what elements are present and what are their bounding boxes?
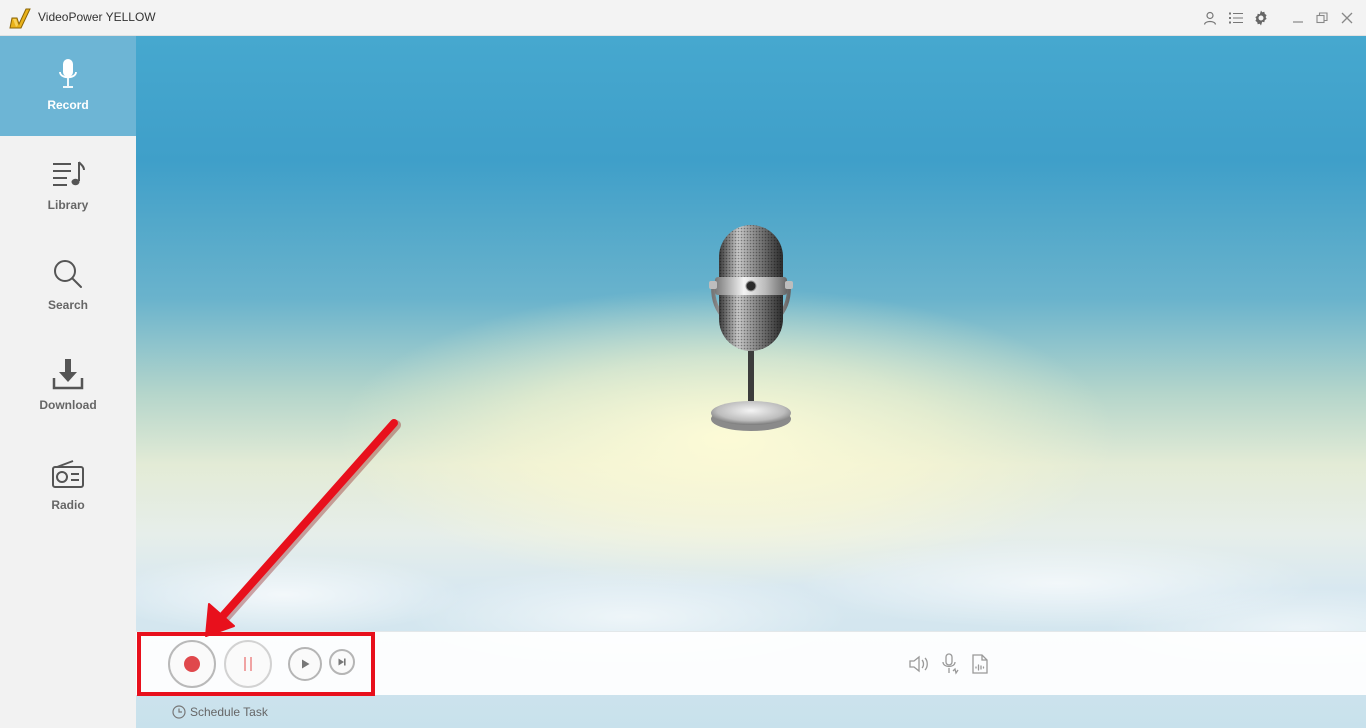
studio-microphone-image	[709, 225, 793, 431]
sidebar-item-label: Search	[47, 298, 89, 312]
volume-icon[interactable]	[907, 652, 931, 676]
schedule-task-button[interactable]: Schedule Task	[172, 705, 268, 719]
annotation-highlight-box	[137, 632, 375, 696]
radio-icon	[50, 456, 86, 492]
audio-file-icon[interactable]	[968, 652, 992, 676]
microphone-source-icon[interactable]	[938, 652, 962, 676]
schedule-task-label: Schedule Task	[190, 705, 268, 719]
sidebar-item-label: Download	[39, 398, 97, 412]
sidebar-item-search[interactable]: Search	[0, 236, 136, 336]
minimize-icon[interactable]	[1288, 8, 1308, 28]
download-icon	[50, 356, 86, 392]
settings-gear-icon[interactable]	[1251, 8, 1271, 28]
sidebar-item-library[interactable]: Library	[0, 136, 136, 236]
app-logo	[9, 8, 31, 29]
record-panel: Schedule Task	[136, 36, 1366, 728]
sidebar-item-label: Radio	[51, 498, 85, 512]
sidebar-item-label: Library	[47, 198, 89, 212]
sidebar: Record Library Search Download Radio	[0, 36, 136, 728]
app-title: VideoPower YELLOW	[38, 10, 156, 24]
title-bar: VideoPower YELLOW	[0, 0, 1366, 36]
music-list-icon	[50, 156, 86, 192]
sidebar-item-download[interactable]: Download	[0, 336, 136, 436]
close-icon[interactable]	[1337, 8, 1357, 28]
list-menu-icon[interactable]	[1226, 8, 1246, 28]
user-icon[interactable]	[1200, 8, 1220, 28]
clock-icon	[172, 705, 186, 719]
microphone-icon	[50, 56, 86, 92]
search-icon	[50, 256, 86, 292]
sidebar-item-label: Record	[47, 98, 89, 112]
sidebar-item-record[interactable]: Record	[0, 36, 136, 136]
restore-icon[interactable]	[1312, 8, 1332, 28]
sidebar-item-radio[interactable]: Radio	[0, 436, 136, 536]
